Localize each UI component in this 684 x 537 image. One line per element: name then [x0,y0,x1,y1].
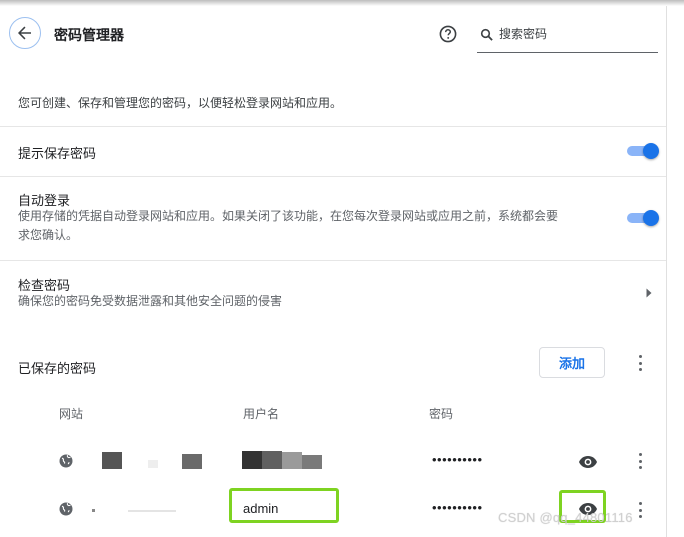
search-input[interactable] [499,25,654,43]
globe-icon [59,454,73,468]
settings-panel [0,6,667,537]
auto-sign-in-toggle[interactable] [627,210,659,226]
eye-icon[interactable] [578,455,598,469]
search-box[interactable] [477,25,658,53]
search-icon [480,28,493,41]
back-button[interactable] [9,17,41,49]
row-more-actions-icon[interactable] [638,453,642,469]
watermark: CSDN @qq_44801116 [498,510,633,525]
offer-to-save-toggle[interactable] [627,143,659,159]
row-more-actions-icon[interactable] [638,502,642,518]
username-value: admin [243,501,279,516]
auto-sign-in-desc-line2: 求您确认。 [18,228,79,242]
divider [0,126,666,127]
divider [0,260,666,261]
divider [0,176,666,177]
more-actions-icon[interactable] [638,355,642,371]
page-title: 密码管理器 [54,27,124,43]
check-passwords-desc: 确保您的密码免受数据泄露和其他安全问题的侵害 [18,294,283,308]
chevron-right-icon[interactable] [645,288,653,298]
add-password-button[interactable]: 添加 [539,347,605,378]
page-header: 密码管理器 [0,6,666,62]
auto-sign-in-desc-line1: 使用存储的凭据自动登录网站和应用。如果关闭了该功能，在您每次登录网站或应用之前，… [18,209,559,223]
arrow-left-icon [18,26,31,40]
password-masked: •••••••••• [432,452,483,467]
offer-to-save-label: 提示保存密码 [18,146,97,161]
toggle-knob [643,210,659,226]
saved-passwords-title: 已保存的密码 [18,361,97,376]
toggle-knob [643,143,659,159]
column-header-password: 密码 [429,407,454,421]
globe-icon [59,502,73,516]
column-header-username: 用户名 [243,407,280,421]
intro-text: 您可创建、保存和管理您的密码，以便轻松登录网站和应用。 [18,96,343,110]
column-header-site: 网站 [59,407,84,421]
help-icon[interactable] [439,25,457,43]
password-masked: •••••••••• [432,500,483,515]
